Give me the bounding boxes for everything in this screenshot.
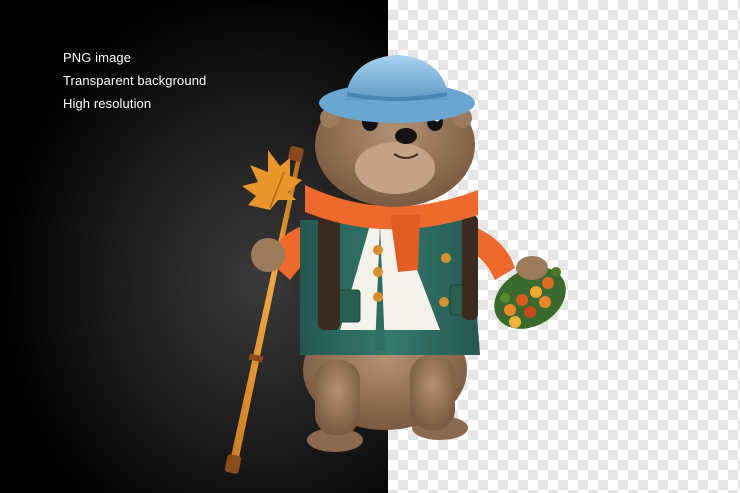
bucket-hat (319, 55, 475, 123)
preview-stage: PNG image Transparent background High re… (0, 0, 740, 493)
groundhog-figurine-icon (224, 55, 566, 474)
